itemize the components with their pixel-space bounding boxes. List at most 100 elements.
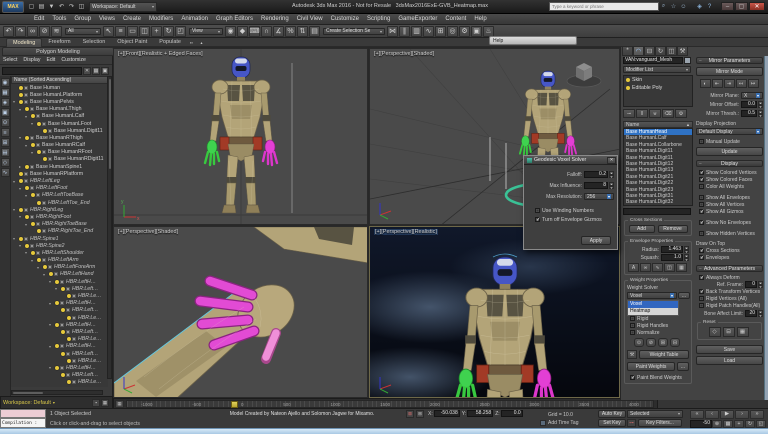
next-frame-icon[interactable]: › [735,410,749,419]
expand-arrow-icon[interactable] [25,143,30,148]
lightbulb-icon[interactable] [61,287,65,291]
auto-key-button[interactable]: Auto Key [598,410,626,418]
expand-arrow-icon[interactable] [31,150,36,155]
menu-item[interactable]: Group [70,16,95,22]
explorer-search-input[interactable] [2,67,82,75]
display-checkbox[interactable]: Show All Vertices [696,201,763,208]
clear-search-icon[interactable]: ✕ [83,67,91,75]
lightbulb-icon[interactable] [61,330,65,334]
explorer-toolbar-icon[interactable]: ▣ [1,108,10,117]
percent-snap-icon[interactable]: % [285,26,296,37]
layer-manager-icon[interactable]: ▥ [411,26,422,37]
display-checkbox[interactable]: Show Hidden Vertices [696,230,763,237]
absolute-effect-icon[interactable]: A [628,263,639,272]
tree-item[interactable]: Base HumanLThigh [11,106,108,113]
menu-item[interactable]: Scripting [363,16,394,22]
display-checkbox[interactable]: Show All Gizmos [696,208,763,215]
menu-item[interactable]: Tools [48,16,70,22]
mirror-thresh-spinner[interactable] [758,110,763,117]
pin-stack-icon[interactable]: ⊸ [623,109,635,118]
reference-coordinate-dropdown[interactable]: View▾ [189,28,223,35]
tree-item[interactable]: Base HumanRThigh [11,134,108,141]
weight-tool-icon[interactable]: ⊙ [634,338,644,347]
lightbulb-icon[interactable] [67,337,71,341]
lightbulb-icon[interactable] [43,157,47,161]
track-ruler[interactable]: -1000-5000500100015002000250030003500400… [126,400,654,408]
expand-arrow-icon[interactable] [49,322,54,327]
viewport-perspective-hand[interactable]: [+][Perspective][Shaded] [113,226,368,398]
paste-envelope-icon[interactable]: ▦ [676,263,687,272]
tree-item[interactable]: Base Human [11,84,108,91]
display-checkbox[interactable]: Show Colored Vertices [696,169,763,176]
bone-list-item[interactable]: Base HumanLDigit32 [624,199,692,205]
select-and-link-icon[interactable]: ∞ [27,26,38,37]
update-button[interactable]: Update [696,147,763,156]
expand-arrow-icon[interactable] [13,179,18,184]
weight-checkbox[interactable]: Rigid Handles [627,322,689,329]
tree-item[interactable]: HBR:Le… [11,336,108,343]
modifier-list-dropdown[interactable]: Modifier List▾ [623,66,691,73]
dialog-checkbox[interactable]: Use Winding Numbers [532,206,617,215]
paste-green-to-blue-verts-icon[interactable]: ↤ [736,79,747,88]
expand-arrow-icon[interactable] [31,258,36,263]
dialog-checkbox[interactable]: Turn off Envelope Gizmos [532,215,617,224]
close-button[interactable]: ✕ [749,2,765,11]
select-object-icon[interactable]: ↖ [103,26,114,37]
new-file-icon[interactable]: ▢ [27,2,36,11]
exclude-vertices-icon[interactable]: ∞ [640,263,651,272]
expand-arrow-icon[interactable] [19,107,24,112]
lightbulb-icon[interactable] [37,150,41,154]
select-and-manipulate-icon[interactable]: ◆ [237,26,248,37]
open-mini-curve-editor-icon[interactable]: ▦ [115,400,124,408]
schematic-view-icon[interactable]: ⊞ [435,26,446,37]
mirror-offset-spinner[interactable] [758,101,763,108]
tree-item[interactable]: HBR:LeftH… [11,321,108,328]
solver-options-button[interactable]: ... [678,292,690,299]
bone-filter-field[interactable] [623,208,691,215]
expand-arrow-icon[interactable] [49,344,54,349]
lightbulb-icon[interactable] [25,244,29,248]
pan-icon[interactable]: + [734,420,744,428]
lightbulb-icon[interactable] [37,258,41,262]
help-icon[interactable]: ? [705,2,714,11]
lightbulb-icon[interactable] [43,129,47,133]
explorer-toolbar-icon[interactable]: ∿ [1,168,10,177]
current-frame-field[interactable]: -50 [690,420,712,428]
ribbon-tab[interactable]: Populate [153,38,187,47]
expand-arrow-icon[interactable] [13,236,18,241]
align-icon[interactable]: ∥ [399,26,410,37]
radius-spinner[interactable] [684,246,689,253]
expand-arrow-icon[interactable] [31,121,36,126]
menu-item[interactable]: Create [119,16,145,22]
angle-snap-icon[interactable]: ∡ [273,26,284,37]
lightbulb-icon[interactable] [19,86,23,90]
modifier-stack-item[interactable]: Skin [624,76,692,84]
tree-item[interactable]: HBR:Left… [11,307,108,314]
workspace-pin-icon[interactable]: ▪ [92,399,100,407]
render-production-icon[interactable]: ♨ [483,26,494,37]
tree-item[interactable]: HBR:LeftForeArm [11,264,108,271]
lock-explorer-icon[interactable]: ▣ [101,67,109,75]
lightbulb-icon[interactable] [31,251,35,255]
expand-arrow-icon[interactable] [19,135,24,140]
paint-weights-button[interactable]: Paint Weights [627,362,675,371]
tree-item[interactable]: HBR:LeftH… [11,278,108,285]
polygon-modeling-panel-tab[interactable]: Polygon Modeling [2,47,114,56]
menu-item[interactable]: Help [470,16,490,22]
include-icon[interactable]: ⊞ [658,338,668,347]
x-coordinate-field[interactable]: -50.038 [434,410,460,417]
lightbulb-icon[interactable] [19,237,23,241]
maxscript-mini-listener-white[interactable]: Compilation : [0,418,46,428]
key-selection-set-dropdown[interactable]: Selected▾ [627,410,683,418]
redo-icon[interactable]: ↷ [67,2,76,11]
absolute-mode-icon[interactable]: ⊞ [416,410,424,418]
workspace-menu-icon[interactable]: ▦ [101,399,109,407]
save-file-icon[interactable]: ▼ [47,2,56,11]
rollout-mirror-parameters[interactable]: Mirror Parameters [696,57,763,64]
tree-item[interactable]: HBR:LeftArm [11,257,108,264]
weight-checkbox[interactable]: Normalize [627,329,689,336]
snaps-toggle-icon[interactable]: ∩ [261,26,272,37]
lightbulb-icon[interactable] [67,294,71,298]
always-deform-checkbox[interactable]: Always Deform [696,274,763,281]
lightbulb-icon[interactable] [37,201,41,205]
